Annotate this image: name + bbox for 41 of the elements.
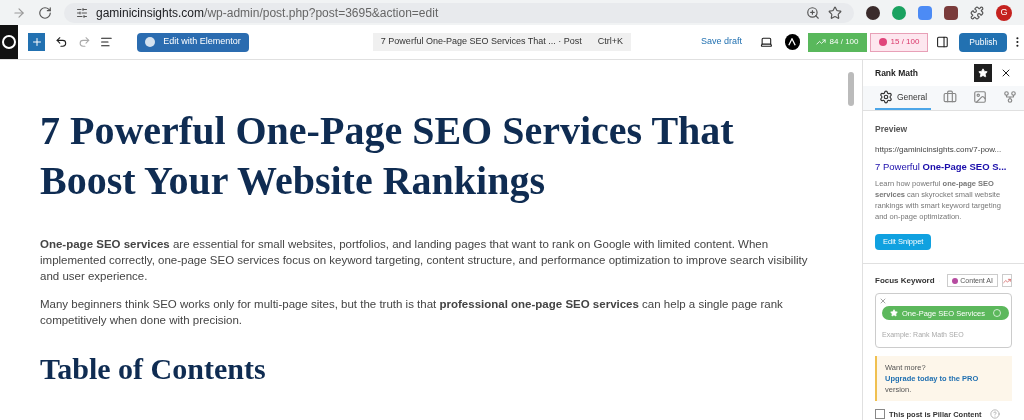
wordpress-logo[interactable] bbox=[0, 25, 19, 59]
section-heading[interactable]: Table of Contents bbox=[40, 346, 834, 391]
logo-icon[interactable] bbox=[784, 34, 800, 50]
plus-icon bbox=[30, 36, 43, 48]
extensions-icon[interactable] bbox=[970, 5, 984, 20]
star-icon bbox=[978, 68, 988, 79]
snippet-url: https://gaminicinsights.com/7-pow... bbox=[875, 143, 1003, 156]
gear-icon bbox=[879, 90, 893, 105]
snippet-title: 7 Powerful One-Page SEO S... bbox=[875, 159, 1008, 174]
site-settings-icon[interactable] bbox=[76, 6, 88, 19]
undo-icon[interactable] bbox=[54, 35, 68, 49]
preview-icon[interactable] bbox=[760, 35, 773, 49]
extension-icon[interactable] bbox=[944, 5, 958, 20]
extension-icon[interactable] bbox=[866, 5, 880, 20]
address-bar[interactable]: gaminicinsights.com/wp-admin/post.php?post=3695&action=edit bbox=[64, 2, 854, 23]
readability-score-button[interactable]: 15 / 100 bbox=[869, 32, 929, 52]
star-icon bbox=[890, 309, 898, 318]
focus-keyword-label: Focus Keyword bbox=[875, 274, 935, 287]
list-view-icon[interactable] bbox=[100, 35, 114, 49]
save-draft-button[interactable]: Save draft bbox=[701, 35, 743, 49]
preview-label: Preview bbox=[875, 122, 909, 136]
scrollbar[interactable] bbox=[848, 72, 854, 106]
briefcase-icon bbox=[943, 90, 958, 105]
sidebar-title: Rank Math bbox=[875, 66, 919, 80]
edit-with-elementor-button[interactable]: Edit with Elementor bbox=[137, 32, 249, 52]
fork-icon bbox=[1003, 90, 1018, 105]
trend-icon bbox=[815, 37, 826, 47]
post-title[interactable]: 7 Powerful One-Page SEO Services That Boost Your Website Rankings bbox=[40, 106, 830, 206]
bookmark-star-icon[interactable] bbox=[828, 5, 842, 20]
favorite-button[interactable] bbox=[974, 64, 992, 83]
pillar-checkbox[interactable] bbox=[875, 409, 885, 420]
reload-icon[interactable] bbox=[38, 5, 52, 20]
paragraph[interactable]: One-page SEO services are essential for small websites, portfolios, and landing pages that want to rank on Google with limited content. When implemented correctly, one-page SEO services focus on keyword targeting, content structure, and performance optimization to improve search visibility and user experience. bbox=[40, 236, 810, 284]
image-icon bbox=[973, 90, 988, 105]
sidebar-toggle-icon[interactable] bbox=[936, 35, 950, 49]
profile-avatar[interactable]: G bbox=[996, 4, 1012, 21]
publish-button[interactable]: Publish bbox=[959, 32, 1008, 52]
zoom-icon[interactable] bbox=[806, 5, 820, 20]
url-text: gaminicinsights.com/wp-admin/post.php?post=3695&action=edit bbox=[96, 4, 439, 22]
paragraph[interactable]: Many beginners think SEO works only for multi-page sites, but the truth is that professional one-page SEO services can help a single page rank competitively when done with precision. bbox=[40, 296, 810, 328]
document-title-bar[interactable]: 7 Powerful One-Page SEO Services That ... · Post Ctrl+K bbox=[372, 33, 632, 51]
